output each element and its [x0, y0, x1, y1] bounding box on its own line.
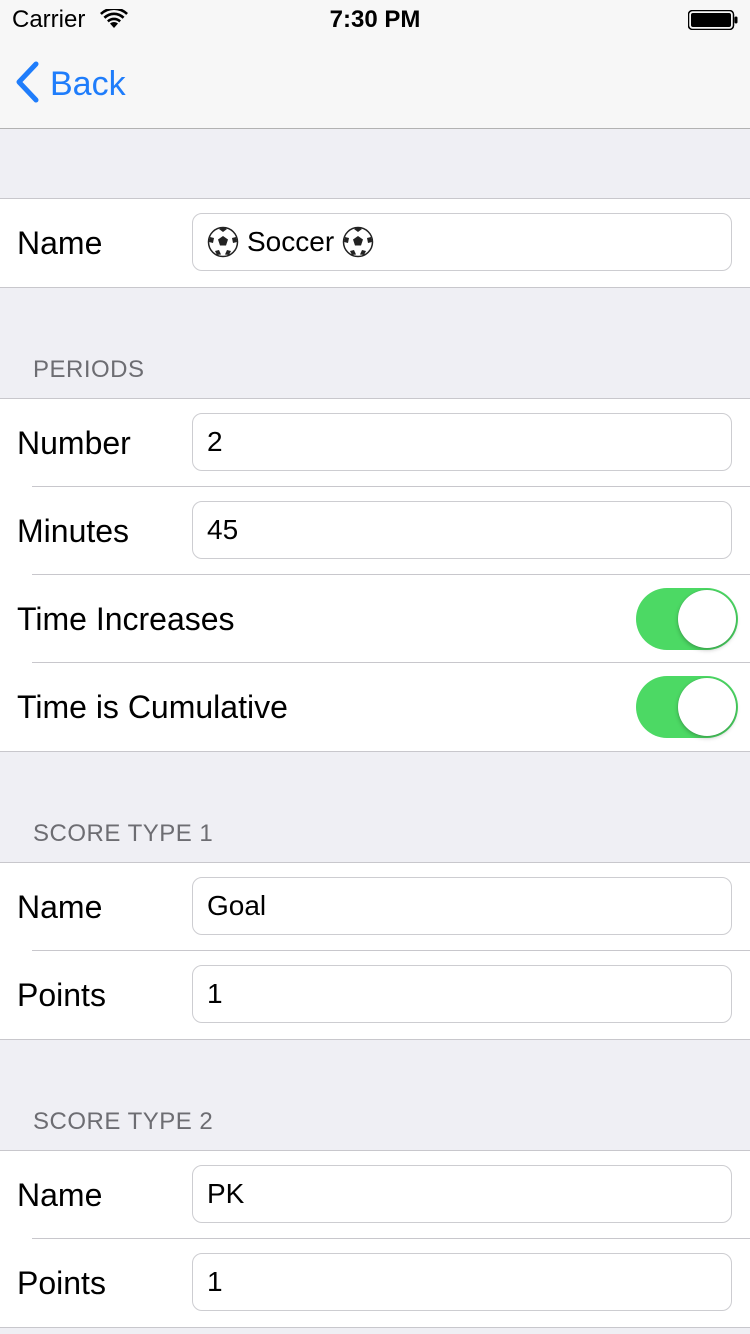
- toggle-knob: [678, 678, 736, 736]
- score-2-name-label: Name: [17, 1177, 103, 1213]
- score-1-points-field[interactable]: 1: [192, 965, 732, 1023]
- periods-header: PERIODS: [33, 356, 145, 383]
- soccer-ball-icon: [342, 226, 374, 258]
- time-cumulative-toggle[interactable]: [636, 676, 738, 738]
- time-increases-label: Time Increases: [17, 601, 235, 637]
- time-increases-row: Time Increases: [0, 574, 750, 663]
- score-2-name-field[interactable]: PK: [192, 1165, 732, 1223]
- chevron-left-icon: [14, 60, 40, 109]
- name-group: Name Soccer: [0, 198, 750, 288]
- back-button[interactable]: Back: [14, 60, 126, 109]
- score-2-points-row: Points 1: [0, 1238, 750, 1327]
- soccer-ball-icon: [207, 226, 239, 258]
- minutes-label: Minutes: [17, 513, 130, 549]
- score-type-2-group: Name PK Points 1: [0, 1150, 750, 1328]
- status-time: 7:30 PM: [329, 6, 421, 33]
- score-type-2-header: SCORE TYPE 2: [33, 1108, 214, 1135]
- score-1-name-row: Name Goal: [0, 863, 750, 951]
- number-label: Number: [17, 425, 131, 461]
- score-1-name-field[interactable]: Goal: [192, 877, 732, 935]
- navigation-bar: Back: [0, 40, 750, 129]
- name-row: Name Soccer: [0, 199, 750, 287]
- minutes-row: Minutes 45: [0, 486, 750, 575]
- battery-icon: [687, 9, 738, 35]
- name-label: Name: [17, 225, 103, 261]
- score-2-name-row: Name PK: [0, 1151, 750, 1239]
- number-row: Number 2: [0, 399, 750, 487]
- time-cumulative-label: Time is Cumulative: [17, 689, 288, 725]
- score-type-1-header: SCORE TYPE 1: [33, 820, 214, 847]
- score-2-points-field[interactable]: 1: [192, 1253, 732, 1311]
- minutes-field[interactable]: 45: [192, 501, 732, 559]
- score-1-points-row: Points 1: [0, 950, 750, 1039]
- score-2-points-label: Points: [17, 1265, 106, 1301]
- status-bar: Carrier 7:30 PM: [0, 0, 750, 40]
- score-1-points-label: Points: [17, 977, 106, 1013]
- back-label: Back: [50, 64, 126, 103]
- time-cumulative-row: Time is Cumulative: [0, 662, 750, 751]
- name-field[interactable]: Soccer: [192, 213, 732, 271]
- name-value: Soccer: [247, 226, 335, 257]
- number-field[interactable]: 2: [192, 413, 732, 471]
- score-1-name-label: Name: [17, 889, 103, 925]
- periods-group: Number 2 Minutes 45 Time Increases Time …: [0, 398, 750, 752]
- score-type-1-group: Name Goal Points 1: [0, 862, 750, 1040]
- toggle-knob: [678, 590, 736, 648]
- time-increases-toggle[interactable]: [636, 588, 738, 650]
